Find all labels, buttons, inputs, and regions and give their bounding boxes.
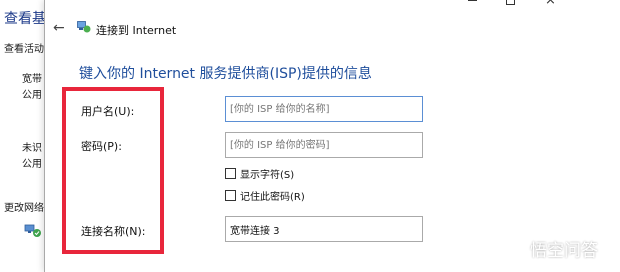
network-2-type: 公用 [22, 159, 42, 170]
page-heading: 键入你的 Internet 服务提供商(ISP)提供的信息 [79, 66, 372, 82]
show-characters-label: 显示字符(S) [240, 169, 295, 181]
network-2-name: 未识 [22, 143, 42, 154]
watermark: 悟空问答 [506, 236, 598, 261]
dialog-title: 连接到 Internet [96, 24, 177, 37]
change-network-settings-link[interactable]: 更改网络 [4, 199, 44, 214]
back-arrow-icon[interactable]: ← [53, 20, 65, 36]
highlight-annotation-box [62, 87, 164, 254]
minimize-button[interactable] [466, 0, 480, 8]
network-1-type: 公用 [22, 90, 42, 101]
close-button[interactable]: × [545, 0, 556, 8]
watermark-logo-icon [506, 238, 526, 259]
username-input[interactable] [225, 96, 423, 122]
background-subtitle: 查看活动 [4, 44, 44, 55]
network-connection-icon[interactable] [24, 224, 42, 238]
show-characters-checkbox[interactable]: 显示字符(S) [225, 166, 295, 181]
remember-password-label: 记住此密码(R) [240, 191, 305, 203]
background-title: 查看基 [4, 11, 46, 27]
password-input[interactable] [225, 132, 423, 158]
connection-name-input[interactable] [225, 216, 423, 242]
watermark-text: 悟空问答 [530, 241, 598, 261]
network-dialup-icon [77, 21, 91, 33]
maximize-button[interactable] [506, 0, 515, 5]
checkbox-box[interactable] [225, 167, 236, 179]
checkbox-box[interactable] [225, 189, 236, 201]
remember-password-checkbox[interactable]: 记住此密码(R) [225, 188, 305, 203]
network-1-name: 宽带 [22, 74, 42, 85]
